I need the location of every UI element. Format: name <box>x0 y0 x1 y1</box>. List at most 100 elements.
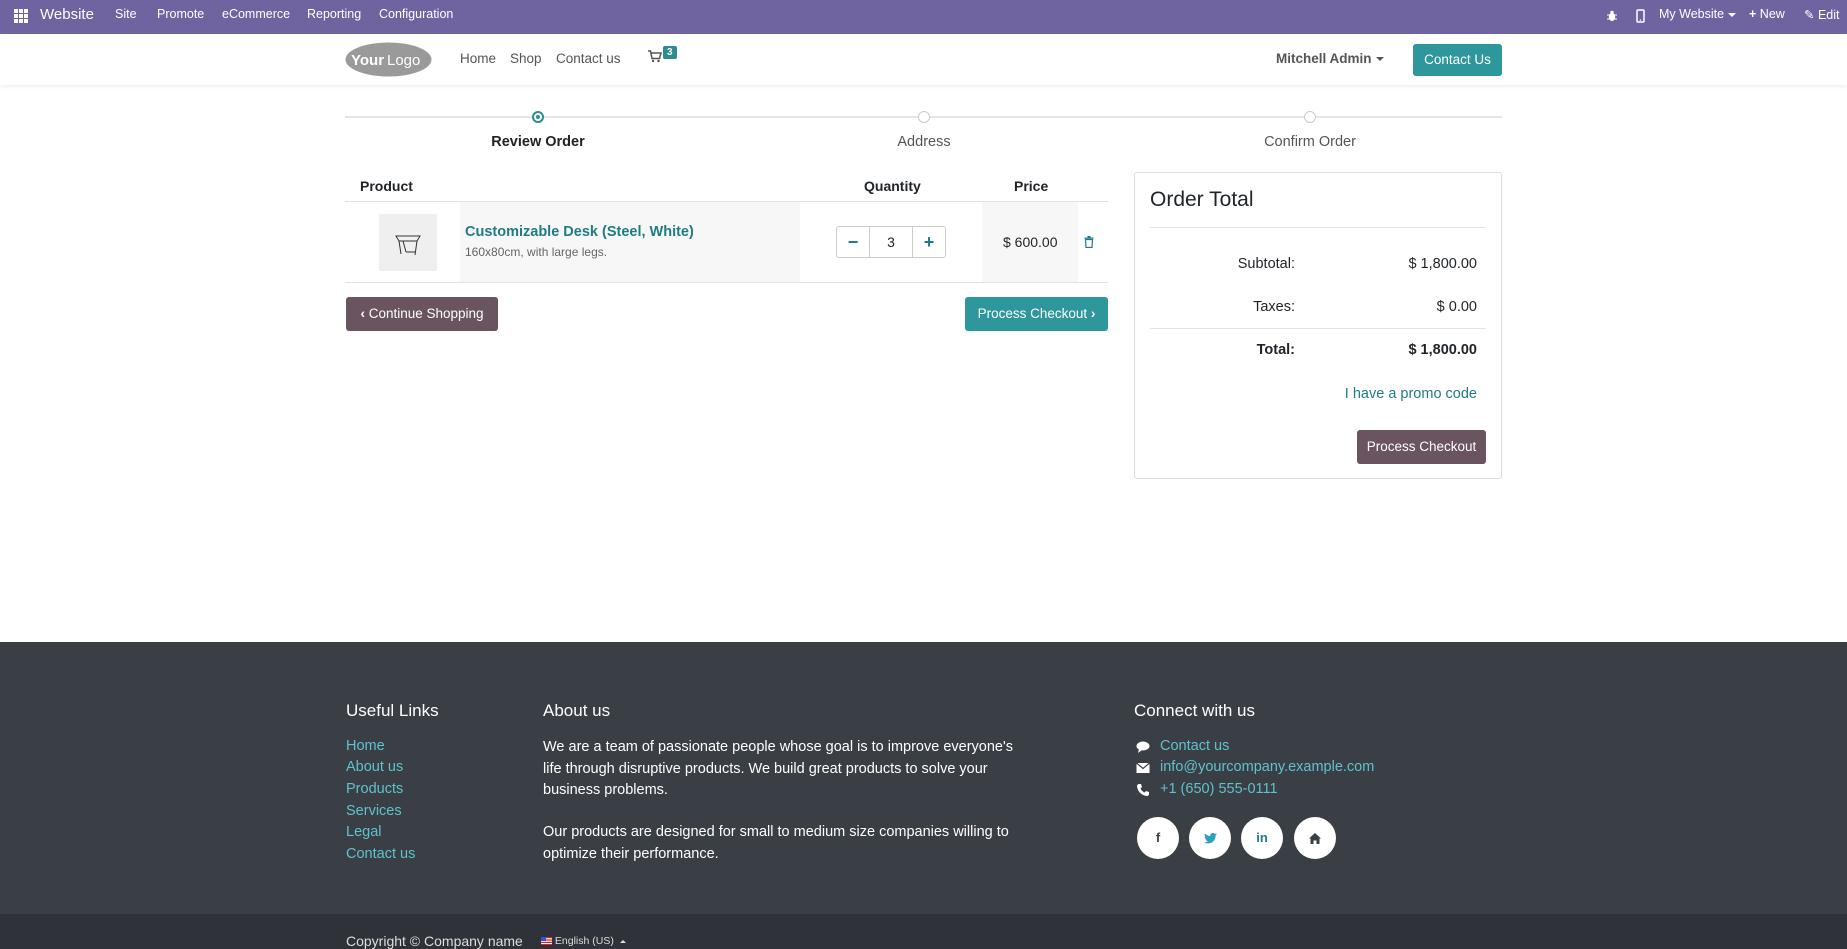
phone-icon <box>1137 784 1149 796</box>
new-button[interactable]: + New <box>1749 7 1785 21</box>
footer-link-contact-us[interactable]: Contact us <box>346 846 415 862</box>
product-cell-bg <box>460 202 800 282</box>
comment-icon <box>1136 741 1150 753</box>
nav-shop[interactable]: Shop <box>510 51 542 66</box>
admin-menu-site[interactable]: Site <box>115 7 137 21</box>
nav-contact-us[interactable]: Contact us <box>556 51 621 66</box>
step-dot-review <box>532 111 544 123</box>
useful-links-title: Useful Links <box>346 701 439 720</box>
nav-home[interactable]: Home <box>460 51 496 66</box>
chevron-right-icon: › <box>1090 306 1096 321</box>
admin-menu-configuration[interactable]: Configuration <box>379 7 453 21</box>
quantity-stepper: − 3 + <box>836 226 946 258</box>
subtotal-label: Subtotal: <box>1237 256 1295 272</box>
about-paragraph-1: We are a team of passionate people whose… <box>543 739 1013 798</box>
connect-contact-us-link[interactable]: Contact us <box>1160 738 1229 754</box>
taxes-value: $ 0.00 <box>1436 299 1477 315</box>
facebook-icon[interactable]: f <box>1137 817 1179 859</box>
admin-brand[interactable]: Website <box>40 6 94 23</box>
my-website-dropdown[interactable]: My Website <box>1659 7 1737 21</box>
product-price: $ 600.00 <box>1003 234 1058 250</box>
product-name-link[interactable]: Customizable Desk (Steel, White) <box>465 224 694 240</box>
my-website-label: My Website <box>1659 7 1725 21</box>
admin-menu-promote[interactable]: Promote <box>157 7 204 21</box>
subtotal-value: $ 1,800.00 <box>1408 256 1477 272</box>
card-process-checkout-button[interactable]: Process Checkout <box>1357 430 1486 464</box>
footer-link-products[interactable]: Products <box>346 781 403 797</box>
edit-button[interactable]: ✎ Edit <box>1804 7 1840 22</box>
chevron-down-icon <box>1375 57 1384 62</box>
process-checkout-button[interactable]: Process Checkout › <box>965 297 1108 331</box>
about-us-title: About us <box>543 701 611 720</box>
order-total-card: Order Total Subtotal: $ 1,800.00 Taxes: … <box>1134 172 1502 479</box>
promo-code-link[interactable]: I have a promo code <box>1345 386 1477 402</box>
language-selector[interactable]: English (US) <box>541 935 626 947</box>
home-icon[interactable] <box>1294 817 1336 859</box>
product-image[interactable] <box>379 214 437 271</box>
step-dot-confirm <box>1304 111 1316 123</box>
email-link[interactable]: info@yourcompany.example.com <box>1160 759 1374 775</box>
svg-text:Logo: Logo <box>387 52 420 69</box>
table-row-divider <box>345 282 1108 283</box>
admin-menu-ecommerce[interactable]: eCommerce <box>222 7 290 21</box>
site-header: Your Logo Home Shop Contact us 3 Mitchel… <box>0 34 1847 85</box>
edit-label: Edit <box>1817 8 1840 22</box>
product-description: 160x80cm, with large legs. <box>465 245 608 259</box>
new-label: New <box>1759 7 1785 21</box>
apps-menu-icon[interactable] <box>14 9 29 24</box>
step-address: Address <box>897 134 951 150</box>
cart-count-badge: 3 <box>663 46 677 59</box>
desk-thumbnail <box>395 235 421 256</box>
about-paragraph-2: Our products are designed for small to m… <box>543 824 1009 862</box>
user-menu[interactable]: Mitchell Admin <box>1276 51 1384 66</box>
column-header-quantity: Quantity <box>864 178 921 194</box>
total-value: $ 1,800.00 <box>1408 342 1477 358</box>
bug-icon[interactable] <box>1606 10 1618 22</box>
step-review-order: Review Order <box>491 134 585 150</box>
footer-link-about-us[interactable]: About us <box>346 759 403 775</box>
language-label: English (US) <box>554 935 614 947</box>
continue-shopping-button[interactable]: ‹ Continue Shopping <box>346 297 498 331</box>
pencil-icon: ✎ <box>1804 8 1815 22</box>
twitter-bird-glyph <box>1203 833 1217 844</box>
plus-button[interactable]: + <box>912 226 946 258</box>
copyright-text: Copyright © Company name <box>346 933 523 949</box>
column-header-price: Price <box>1014 178 1049 194</box>
contact-us-button[interactable]: Contact Us <box>1413 44 1502 76</box>
footer: Useful Links Home About us Products Serv… <box>0 642 1847 914</box>
footer-link-home[interactable]: Home <box>346 738 385 754</box>
envelope-icon <box>1136 762 1150 773</box>
footer-link-services[interactable]: Services <box>346 803 402 819</box>
column-header-product: Product <box>360 178 413 194</box>
plus-icon: + <box>1749 7 1757 21</box>
phone-link[interactable]: +1 (650) 555-0111 <box>1160 781 1278 797</box>
svg-text:Your: Your <box>351 52 384 69</box>
step-confirm-order: Confirm Order <box>1264 134 1356 150</box>
order-total-title: Order Total <box>1150 188 1254 211</box>
chevron-left-icon: ‹ <box>360 306 365 321</box>
chevron-down-icon <box>1728 12 1737 17</box>
taxes-label: Taxes: <box>1253 299 1295 315</box>
minus-button[interactable]: − <box>836 226 870 258</box>
cart-link[interactable]: 3 <box>648 46 677 68</box>
total-divider <box>1150 328 1486 329</box>
process-checkout-label: Process Checkout <box>977 306 1088 321</box>
house-glyph <box>1309 833 1321 845</box>
total-label: Total: <box>1256 342 1295 358</box>
user-name: Mitchell Admin <box>1276 51 1372 66</box>
chevron-up-icon <box>619 939 626 943</box>
quantity-input[interactable]: 3 <box>870 226 912 258</box>
footer-link-legal[interactable]: Legal <box>346 824 381 840</box>
mobile-preview-icon[interactable] <box>1636 9 1645 23</box>
card-divider <box>1150 227 1486 228</box>
connect-title: Connect with us <box>1134 701 1255 720</box>
shopping-cart-icon <box>648 50 662 63</box>
linkedin-icon[interactable]: in <box>1241 817 1283 859</box>
trash-icon[interactable] <box>1084 236 1094 248</box>
admin-menu-reporting[interactable]: Reporting <box>307 7 361 21</box>
us-flag-icon <box>541 937 552 946</box>
continue-shopping-label: Continue Shopping <box>368 306 484 321</box>
copyright-bar: Copyright © Company name English (US) <box>0 914 1847 949</box>
company-logo[interactable]: Your Logo <box>345 42 432 77</box>
twitter-icon[interactable] <box>1189 817 1231 859</box>
